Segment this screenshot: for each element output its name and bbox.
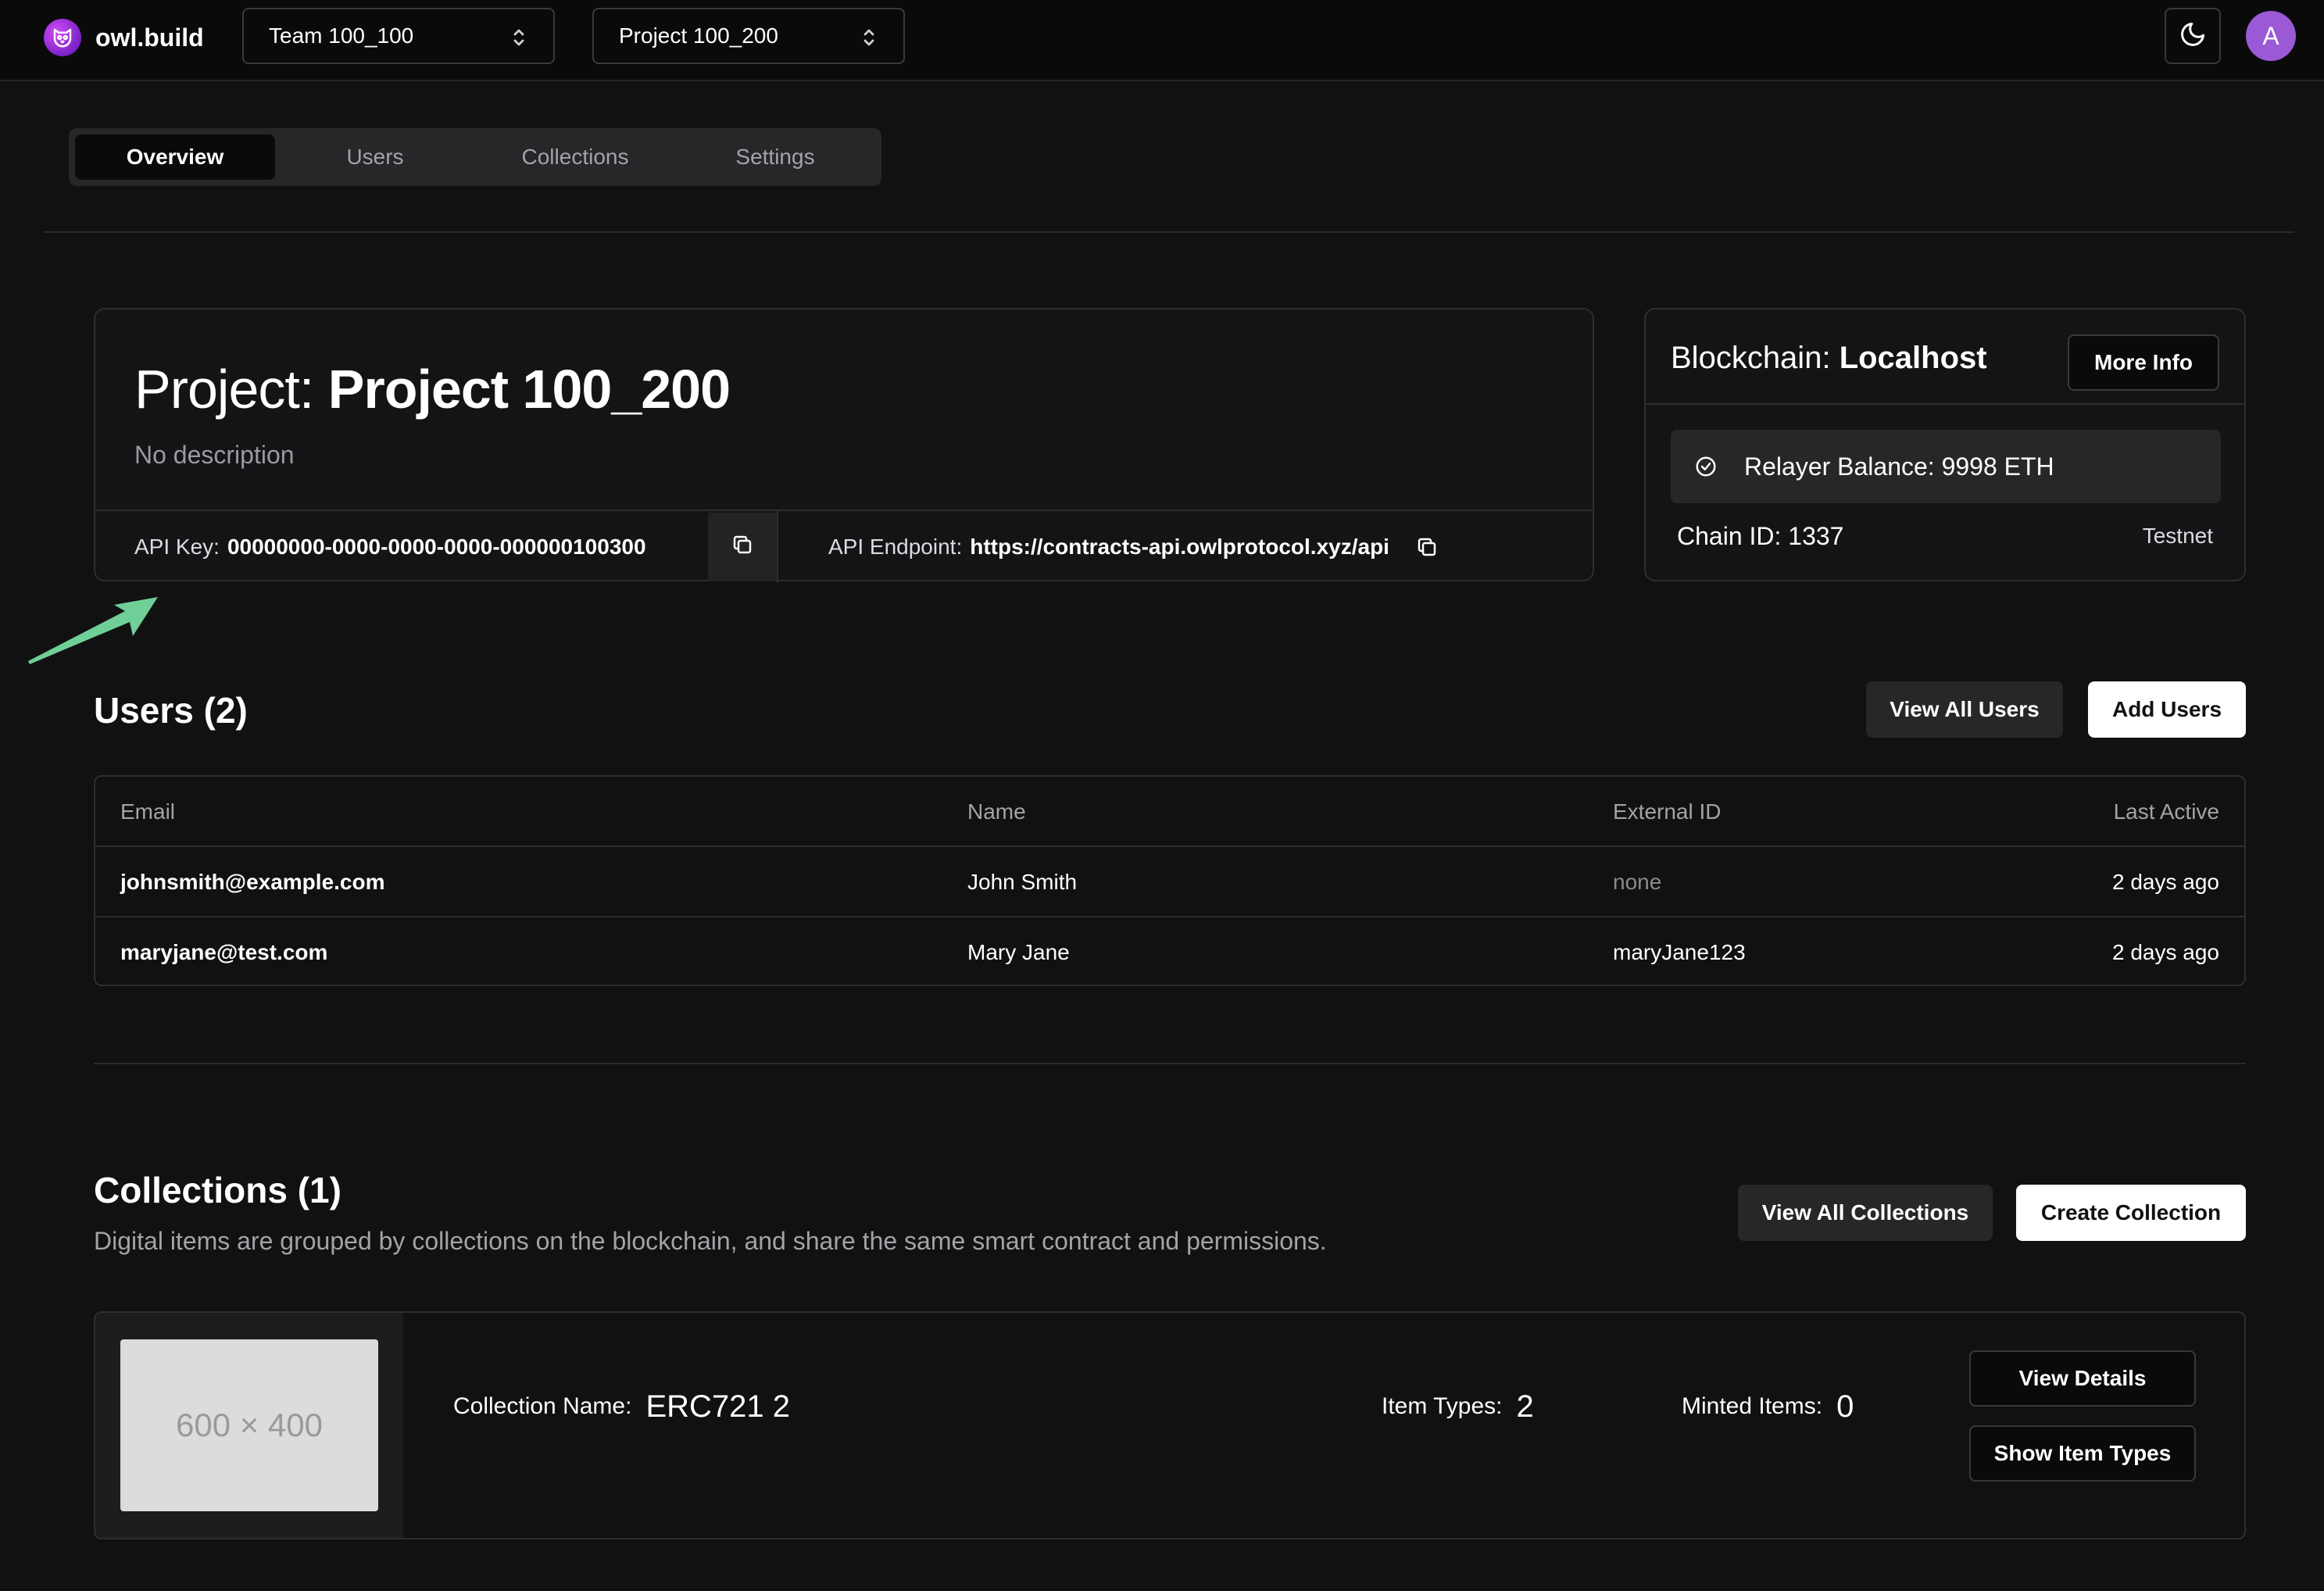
page: owl.build Team 100_100 Project 100_200 A… — [0, 0, 2324, 1591]
collection-name-value: ERC721 2 — [645, 1389, 790, 1424]
item-types-value: 2 — [1516, 1389, 1534, 1424]
relayer-balance-text: Relayer Balance: 9998 ETH — [1744, 452, 2054, 481]
view-all-users-button[interactable]: View All Users — [1866, 681, 2063, 738]
api-endpoint-value[interactable]: https://contracts-api.owlprotocol.xyz/ap… — [970, 535, 1389, 560]
project-credentials: API Key: 00000000-0000-0000-0000-0000001… — [95, 509, 1593, 583]
blockchain-card: Blockchain: Localhost More Info Relayer … — [1644, 308, 2246, 581]
item-types-field: Item Types: 2 — [1382, 1383, 1534, 1430]
project-selector-label: Project 100_200 — [619, 23, 778, 48]
relayer-balance: Relayer Balance: 9998 ETH — [1671, 430, 2221, 503]
chain-id: Chain ID: 1337 — [1677, 522, 1844, 550]
minted-items-value: 0 — [1836, 1389, 1854, 1424]
api-key-cell: API Key: 00000000-0000-0000-0000-0000001… — [95, 511, 778, 583]
column-header-external-id[interactable]: External ID — [1613, 777, 1722, 847]
table-row[interactable]: johnsmith@example.com John Smith none 2 … — [95, 847, 2244, 917]
tab-bar: Overview Users Collections Settings — [69, 128, 881, 186]
user-external-id: maryJane123 — [1613, 940, 1746, 964]
users-table: Email Name External ID Last Active johns… — [94, 775, 2246, 986]
column-header-email[interactable]: Email — [120, 777, 175, 847]
project-title-label: Project: — [134, 359, 314, 420]
chevron-up-down-icon — [861, 27, 877, 54]
project-title: Project: Project 100_200 — [134, 358, 731, 420]
moon-icon — [2179, 20, 2207, 52]
brand-name: owl.build — [95, 23, 204, 52]
collection-card: 600 × 400 Collection Name: ERC721 2 Item… — [94, 1311, 2246, 1539]
view-all-collections-button[interactable]: View All Collections — [1738, 1185, 1993, 1241]
view-details-button[interactable]: View Details — [1969, 1350, 2196, 1407]
tab-collections[interactable]: Collections — [475, 134, 675, 180]
api-endpoint-label: API Endpoint: — [828, 535, 963, 559]
column-header-name[interactable]: Name — [967, 777, 1026, 847]
copy-icon — [1418, 538, 1436, 556]
api-key-label: API Key: — [134, 535, 220, 559]
add-users-button[interactable]: Add Users — [2088, 681, 2246, 738]
more-info-button[interactable]: More Info — [2068, 334, 2219, 391]
api-key-value[interactable]: 00000000-0000-0000-0000-000000100300 — [227, 535, 646, 560]
theme-toggle-button[interactable] — [2165, 8, 2221, 64]
section-divider — [94, 1063, 2246, 1064]
project-description: No description — [134, 441, 295, 469]
collection-thumbnail: 600 × 400 — [120, 1339, 378, 1511]
collections-subtitle: Digital items are grouped by collections… — [94, 1227, 1327, 1255]
tab-users[interactable]: Users — [275, 134, 475, 180]
collection-thumbnail-panel: 600 × 400 — [95, 1313, 403, 1538]
owl-icon — [44, 19, 81, 56]
check-circle-icon — [1694, 455, 1718, 478]
collection-name-label: Collection Name: — [453, 1393, 632, 1419]
minted-items-label: Minted Items: — [1682, 1393, 1823, 1419]
table-header: Email Name External ID Last Active — [95, 777, 2244, 847]
show-item-types-button[interactable]: Show Item Types — [1969, 1425, 2196, 1482]
copy-endpoint-button[interactable] — [1411, 531, 1443, 563]
blockchain-title: Blockchain: Localhost — [1671, 341, 1987, 376]
copy-icon — [731, 533, 754, 562]
user-name: John Smith — [967, 870, 1078, 894]
team-selector[interactable]: Team 100_100 — [242, 8, 555, 64]
api-endpoint-cell: API Endpoint: https://contracts-api.owlp… — [778, 511, 1443, 583]
tab-overview[interactable]: Overview — [75, 134, 275, 180]
item-types-label: Item Types: — [1382, 1393, 1503, 1419]
project-card: Project: Project 100_200 No description … — [94, 308, 1594, 583]
user-email: johnsmith@example.com — [120, 870, 385, 894]
collections-section-title: Collections (1) — [94, 1170, 341, 1210]
header-divider — [44, 231, 2294, 233]
minted-items-field: Minted Items: 0 — [1682, 1383, 1854, 1430]
blockchain-label: Blockchain: — [1671, 341, 1831, 375]
users-section-title: Users (2) — [94, 690, 248, 731]
blockchain-name: Localhost — [1839, 341, 1987, 375]
avatar[interactable]: A — [2246, 11, 2296, 61]
project-selector[interactable]: Project 100_200 — [592, 8, 905, 64]
network-type: Testnet — [2142, 524, 2213, 548]
create-collection-button[interactable]: Create Collection — [2016, 1185, 2246, 1241]
brand[interactable]: owl.build — [44, 19, 204, 56]
user-name: Mary Jane — [967, 940, 1070, 964]
project-title-name: Project 100_200 — [327, 359, 731, 420]
annotation-arrow — [28, 597, 158, 664]
team-selector-label: Team 100_100 — [269, 23, 414, 48]
user-email: maryjane@test.com — [120, 940, 328, 964]
top-bar: owl.build Team 100_100 Project 100_200 A — [0, 0, 2324, 81]
table-row[interactable]: maryjane@test.com Mary Jane maryJane123 … — [95, 917, 2244, 988]
user-last-active: 2 days ago — [2112, 940, 2219, 964]
collection-name-field: Collection Name: ERC721 2 — [453, 1383, 790, 1430]
user-last-active: 2 days ago — [2112, 870, 2219, 894]
user-external-id: none — [1613, 870, 1662, 894]
tab-settings[interactable]: Settings — [675, 134, 875, 180]
blockchain-divider — [1646, 403, 2244, 405]
chevron-up-down-icon — [511, 27, 527, 54]
column-header-last-active[interactable]: Last Active — [2114, 777, 2219, 847]
copy-api-key-button[interactable] — [708, 513, 777, 581]
